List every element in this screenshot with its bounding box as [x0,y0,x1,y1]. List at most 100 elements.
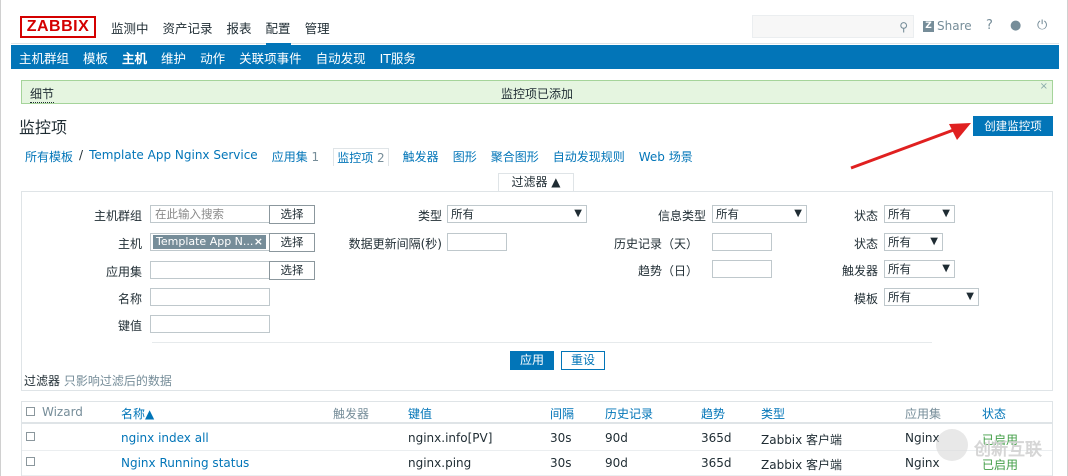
subnav-correlation[interactable]: 关联项事件 [239,48,302,67]
trends-input[interactable] [712,260,772,278]
tab-triggers[interactable]: 触发器 [403,148,439,166]
column-status[interactable]: 状态 [982,405,1006,422]
name-label: 名称 [117,292,142,306]
application-label: 应用集 [105,265,142,279]
menu-administration[interactable]: 管理 [305,18,330,45]
subnav-hosts[interactable]: 主机 [122,48,147,67]
filter-note: 过滤器 只影响过滤后的数据 [24,372,172,389]
state-select[interactable]: 所有 ▼ [884,233,943,251]
row-checkbox[interactable] [26,432,35,441]
page-title: 监控项 [19,118,68,137]
host-multiselect[interactable]: Template App N... × [150,233,270,251]
template-select-value: 所有 [888,290,911,304]
chip-remove-icon[interactable]: × [254,235,263,249]
items-table: Wizard 名称▲ 触发器 键值 间隔 历史记录 趋势 类型 应用集 状态 n… [21,401,1053,476]
watermark-icon [936,429,968,461]
type-select[interactable]: 所有 ▼ [447,205,587,223]
state-label: 状态 [853,237,878,251]
user-profile-icon[interactable]: ● [1010,18,1021,33]
tab-discovery-rules[interactable]: 自动发现规则 [553,148,625,166]
filter-panel: 主机群组 在此输入搜索 选择 主机 Template App N... × 选择… [21,191,1053,391]
subnav-discovery[interactable]: 自动发现 [316,48,366,67]
subnav-it-services[interactable]: IT服务 [380,48,416,67]
logout-icon[interactable]: ⏻ [1037,18,1047,33]
host-label: 主机 [117,237,142,251]
share-link[interactable]: Z Share [923,19,972,33]
column-trends[interactable]: 趋势 [701,405,725,422]
update-interval-input[interactable] [447,233,507,251]
tab-applications[interactable]: 应用集 1 [272,148,319,166]
subnav-templates[interactable]: 模板 [83,48,108,67]
state-select-value: 所有 [888,235,911,249]
filter-toggle[interactable]: 过滤器 ▲ [498,173,574,191]
sub-menu: 主机群组 模板 主机 维护 动作 关联项事件 自动发现 IT服务 [11,45,1059,69]
filter-note-label: 过滤器 [24,374,61,388]
menu-configuration[interactable]: 配置 [265,18,291,45]
history-input[interactable] [712,233,772,251]
watermark-text: 创新互联 [974,440,1042,460]
help-icon[interactable]: ? [986,18,993,33]
status-select[interactable]: 所有 ▼ [884,205,955,223]
info-type-select[interactable]: 所有 ▼ [712,205,807,223]
share-icon: Z [923,20,934,32]
template-label: 模板 [853,292,878,306]
search-icon[interactable]: ⚲ [899,20,908,34]
column-type[interactable]: 类型 [761,405,785,422]
type-label: 类型 [417,209,442,223]
trends-label: 趋势（日） [637,264,698,278]
type-select-value: 所有 [451,207,474,221]
tab-items[interactable]: 监控项 2 [333,148,389,166]
main-menu: 监测中 资产记录 报表 配置 管理 [111,18,344,45]
row-checkbox[interactable] [26,457,35,466]
subnav-actions[interactable]: 动作 [200,48,225,67]
breadcrumb-template[interactable]: Template App Nginx Service [89,148,258,166]
menu-monitoring[interactable]: 监测中 [111,18,149,45]
select-all-checkbox[interactable] [26,407,35,416]
subnav-host-groups[interactable]: 主机群组 [19,48,69,67]
key-input[interactable] [150,315,270,333]
tab-web-scenarios[interactable]: Web 场景 [639,148,693,166]
menu-reports[interactable]: 报表 [227,18,252,45]
column-key[interactable]: 键值 [408,405,432,422]
breadcrumb-all-templates[interactable]: 所有模板 [25,148,73,166]
search-input[interactable]: ⚲ [752,15,914,38]
history-label: 历史记录（天） [613,237,698,251]
host-group-input[interactable]: 在此输入搜索 [150,205,270,223]
menu-inventory[interactable]: 资产记录 [163,18,213,45]
chevron-down-icon: ▼ [574,208,582,219]
zabbix-logo[interactable]: ZABBIX [20,16,96,38]
column-history[interactable]: 历史记录 [605,405,653,422]
host-group-select-button[interactable]: 选择 [269,205,315,224]
item-interval: 30s [550,431,572,445]
item-key: nginx.ping [408,456,472,470]
column-name[interactable]: 名称▲ [121,405,154,422]
item-name-link[interactable]: nginx index all [121,431,209,445]
column-interval[interactable]: 间隔 [550,405,574,422]
triggers-select[interactable]: 所有 ▼ [884,260,955,278]
item-trends: 365d [701,456,732,470]
host-select-button[interactable]: 选择 [269,233,315,252]
create-item-button[interactable]: 创建监控项 [973,116,1053,136]
reset-button[interactable]: 重设 [561,351,605,370]
applications-count: 1 [311,150,320,164]
tab-screens[interactable]: 聚合图形 [491,148,539,166]
subnav-maintenance[interactable]: 维护 [161,48,186,67]
application-select-button[interactable]: 选择 [269,261,315,280]
template-select[interactable]: 所有 ▼ [884,288,979,306]
top-header: ZABBIX 监测中 资产记录 报表 配置 管理 ⚲ Z Share ? ● ⏻ [11,8,1059,45]
tab-graphs[interactable]: 图形 [453,148,477,166]
item-history: 90d [605,431,628,445]
host-chip: Template App N... × [153,235,266,249]
zabbix-page: ZABBIX 监测中 资产记录 报表 配置 管理 ⚲ Z Share ? ● ⏻… [0,0,1068,476]
chevron-down-icon: ▼ [794,208,802,219]
name-input[interactable] [150,288,270,306]
info-type-select-value: 所有 [716,207,739,221]
close-icon[interactable]: × [1040,81,1048,92]
host-group-label: 主机群组 [93,209,142,223]
tab-applications-label: 应用集 [271,150,308,164]
apply-button[interactable]: 应用 [510,351,554,370]
application-input[interactable] [150,261,270,279]
items-count: 2 [377,151,385,165]
item-name-link[interactable]: Nginx Running status [121,456,249,470]
status-label: 状态 [853,209,878,223]
